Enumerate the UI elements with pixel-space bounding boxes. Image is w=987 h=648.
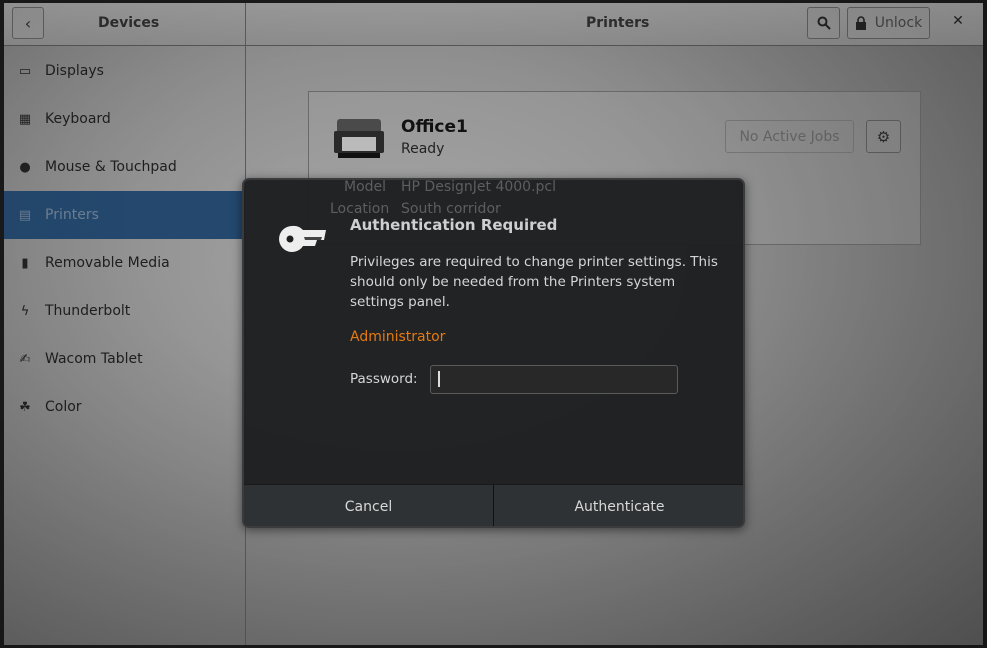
cancel-button[interactable]: Cancel [244,484,494,526]
sidebar-item-removable-media[interactable]: ▮ Removable Media [4,239,245,287]
dialog-title: Authentication Required [350,216,558,234]
password-label: Password: [350,371,418,387]
printer-name: Office1 [401,117,468,137]
sidebar-item-label: Keyboard [45,111,111,127]
printer-status: Ready [401,141,445,157]
printer-icon [334,119,384,158]
header-bar: ‹ Devices Printers Unlock ✕ [4,3,983,645]
sidebar-item-label: Thunderbolt [45,303,131,319]
sidebar-item-printers[interactable]: ▤ Printers [4,191,245,239]
chevron-left-icon: ‹ [24,13,32,33]
key-icon [279,225,326,252]
sidebar-item-label: Displays [45,63,104,79]
lock-icon [855,16,866,30]
user-name: Administrator [350,329,446,345]
gear-icon: ⚙ [876,127,891,146]
sidebar-item-mouse-touchpad[interactable]: ● Mouse & Touchpad [4,143,245,191]
panel-title: Devices [98,15,160,31]
location-value: South corridor [401,201,501,217]
sidebar-item-label: Mouse & Touchpad [45,159,177,175]
mouse-icon: ● [19,159,31,175]
search-icon [817,16,831,30]
sidebar: ▭ Displays ▦ Keyboard ● Mouse & Touchpad ▤ Prin… [4,47,245,431]
close-icon: ✕ [952,13,964,29]
sidebar-item-label: Color [45,399,82,415]
search-button[interactable] [807,7,840,39]
password-input[interactable] [430,365,678,394]
sidebar-item-wacom-tablet[interactable]: ✍ Wacom Tablet [4,335,245,383]
sidebar-item-color[interactable]: ☘ Color [4,383,245,431]
usb-icon: ▮ [21,255,29,271]
no-active-jobs-button[interactable]: No Active Jobs [725,120,854,153]
sidebar-item-label: Printers [45,207,99,223]
model-value: HP DesignJet 4000.pcl [401,179,556,195]
printer-icon: ▤ [18,207,32,223]
model-label: Model [344,179,387,195]
sidebar-item-thunderbolt[interactable]: ϟ Thunderbolt [4,287,245,335]
page-title: Printers [586,15,650,31]
tablet-icon: ✍ [19,351,31,367]
sidebar-item-displays[interactable]: ▭ Displays [4,47,245,95]
location-label: Location [330,201,390,217]
keyboard-icon: ▦ [18,111,32,127]
back-button[interactable]: ‹ [12,7,44,39]
authenticate-button[interactable]: Authenticate [494,484,743,526]
dialog-message: Privileges are required to change printe… [350,254,718,310]
close-button[interactable]: ✕ [946,13,970,37]
sidebar-item-label: Wacom Tablet [45,351,143,367]
sidebar-item-keyboard[interactable]: ▦ Keyboard [4,95,245,143]
color-icon: ☘ [19,399,31,415]
display-icon: ▭ [18,63,32,79]
printer-settings-button[interactable]: ⚙ [866,120,901,153]
auth-dialog: Authentication Required Privileges are r… [242,178,745,528]
thunderbolt-icon: ϟ [20,303,30,319]
sidebar-item-label: Removable Media [45,255,170,271]
unlock-button[interactable]: Unlock [847,7,930,39]
text-caret [438,371,440,387]
